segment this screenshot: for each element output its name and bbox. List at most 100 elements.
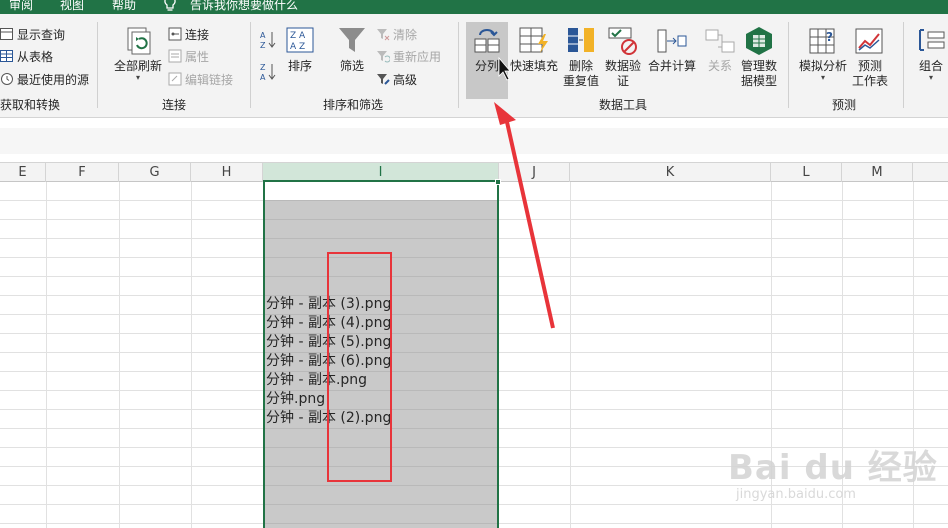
tab-review[interactable]: 审阅 — [9, 0, 33, 13]
group-button[interactable]: 组合 ▾ — [914, 26, 948, 82]
column-header-h[interactable]: H — [191, 163, 263, 182]
tell-me-search[interactable]: 告诉我你想要做什么 — [190, 0, 298, 13]
baidu-watermark: Bai du 经验 jingyan.baidu.com — [728, 440, 938, 502]
svg-text:?: ? — [826, 30, 833, 44]
filter-button[interactable]: 筛选 — [335, 26, 369, 74]
group-separator — [788, 22, 789, 108]
active-cell[interactable] — [265, 182, 497, 200]
advanced-label: 高级 — [393, 72, 418, 87]
flash-fill-label: 快速填充 — [510, 59, 559, 73]
data-validation-icon — [608, 27, 637, 55]
relationships-label: 关系 — [707, 59, 732, 73]
svg-text:A Z: A Z — [290, 42, 305, 52]
fill-handle[interactable] — [495, 179, 501, 185]
cell-value[interactable]: 分钟.png — [266, 390, 325, 409]
clear-label: 清除 — [393, 27, 418, 42]
text-to-columns-icon — [474, 29, 500, 53]
sort-button[interactable]: Z AA Z 排序 — [283, 26, 317, 74]
annotation-red-box — [327, 252, 392, 482]
relationships-button[interactable]: 关系 — [703, 26, 737, 74]
refresh-all-button[interactable]: 全部刷新 ▾ — [114, 26, 162, 82]
flash-fill-button[interactable]: 快速填充 — [510, 26, 558, 74]
chevron-down-icon: ▾ — [928, 73, 933, 82]
forecast-sheet-button[interactable]: 预测 工作表 — [852, 26, 888, 89]
column-headers: E F G H I J K L M — [0, 163, 948, 182]
consolidate-icon — [657, 29, 687, 53]
connections-button[interactable]: 连接 — [168, 24, 209, 44]
recent-sources-button[interactable]: 最近使用的源 — [0, 69, 89, 89]
remove-duplicates-label-1: 删除 — [569, 59, 594, 73]
data-validation-label-2: 证 — [617, 74, 630, 88]
group-label-connections: 连接 — [162, 98, 187, 112]
forecast-sheet-icon — [855, 28, 883, 54]
edit-links-label: 编辑链接 — [185, 72, 234, 87]
column-header-f[interactable]: F — [46, 163, 119, 182]
consolidate-label: 合并计算 — [648, 59, 697, 73]
text-to-columns-button[interactable]: 分列 — [470, 26, 504, 74]
data-validation-label-1: 数据验 — [605, 59, 642, 73]
sort-descending-icon[interactable]: ZA — [260, 62, 276, 82]
group-rows-icon — [919, 29, 945, 51]
what-if-analysis-button[interactable]: ? 模拟分析 ▾ — [799, 26, 847, 82]
forecast-sheet-label-2: 工作表 — [852, 74, 889, 88]
properties-button[interactable]: 属性 — [168, 46, 209, 66]
tab-view[interactable]: 视图 — [60, 0, 84, 13]
svg-text:Z: Z — [260, 41, 266, 50]
group-separator — [458, 22, 459, 108]
column-header-g[interactable]: G — [119, 163, 191, 182]
properties-icon — [168, 49, 182, 63]
formula-bar[interactable] — [0, 128, 948, 154]
sort-ascending-icon[interactable]: AZ — [260, 30, 276, 50]
manage-data-model-label-1: 管理数 — [741, 59, 778, 73]
gridline — [191, 182, 192, 528]
reapply-button[interactable]: 重新应用 — [376, 46, 441, 66]
column-header-next[interactable] — [913, 163, 948, 182]
manage-data-model-button[interactable]: 管理数 据模型 — [741, 26, 777, 89]
column-header-e[interactable]: E — [0, 163, 46, 182]
clear-filter-icon — [377, 29, 390, 41]
column-header-m[interactable]: M — [842, 163, 913, 182]
data-model-icon — [746, 27, 772, 55]
edit-links-button[interactable]: 编辑链接 — [168, 69, 233, 89]
forecast-sheet-label-1: 预测 — [858, 59, 883, 73]
column-header-j[interactable]: J — [499, 163, 570, 182]
refresh-all-label: 全部刷新 — [114, 59, 163, 73]
svg-text:A: A — [260, 31, 266, 40]
group-label-get-transform: 获取和转换 — [0, 98, 61, 112]
table-icon — [0, 28, 13, 40]
watermark-url: jingyan.baidu.com — [736, 487, 856, 502]
data-validation-button[interactable]: 数据验 证 — [605, 26, 641, 89]
properties-label: 属性 — [185, 49, 210, 64]
consolidate-button[interactable]: 合并计算 — [648, 26, 696, 74]
clear-button[interactable]: 清除 — [376, 24, 417, 44]
column-header-l[interactable]: L — [771, 163, 842, 182]
watermark-logo: Bai du 经验 — [728, 448, 938, 488]
group-label-data-tools: 数据工具 — [599, 98, 648, 112]
filter-funnel-icon — [339, 28, 365, 52]
gridline — [570, 182, 571, 528]
svg-text:A: A — [260, 73, 266, 82]
reapply-icon — [377, 51, 390, 63]
show-queries-label: 显示查询 — [17, 27, 66, 42]
tab-help[interactable]: 帮助 — [112, 0, 136, 13]
group-separator — [97, 22, 98, 108]
column-header-k[interactable]: K — [570, 163, 771, 182]
connections-icon — [168, 27, 182, 41]
remove-duplicates-label-2: 重复值 — [563, 74, 600, 88]
edit-links-icon — [168, 72, 182, 86]
manage-data-model-label-2: 据模型 — [741, 74, 778, 88]
sort-label: 排序 — [287, 59, 312, 73]
remove-duplicates-icon — [568, 28, 594, 52]
reapply-label: 重新应用 — [393, 49, 442, 64]
what-if-label: 模拟分析 — [799, 59, 848, 73]
relationships-icon — [705, 29, 735, 53]
remove-duplicates-button[interactable]: 删除 重复值 — [563, 26, 599, 89]
from-table-label: 从表格 — [17, 49, 54, 64]
show-queries-button[interactable]: 显示查询 — [0, 24, 65, 44]
gridline — [119, 182, 120, 528]
ribbon: 显示查询 从表格 最近使用的源 获取和转换 全部刷新 ▾ 连接 属性 编辑链接 … — [0, 14, 948, 118]
what-if-icon: ? — [809, 28, 835, 54]
column-header-i[interactable]: I — [263, 163, 499, 182]
from-table-button[interactable]: 从表格 — [0, 46, 53, 66]
advanced-button[interactable]: 高级 — [376, 69, 417, 89]
